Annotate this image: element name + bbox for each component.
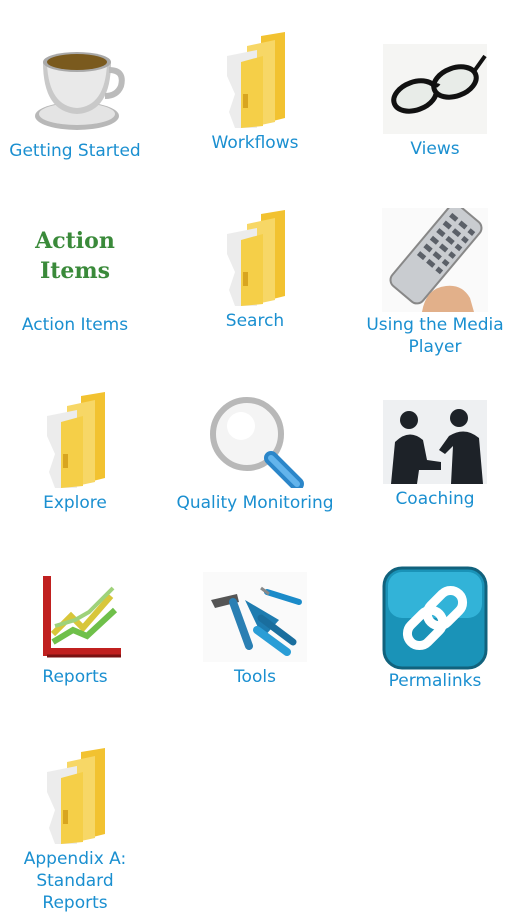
tile-label: Tools bbox=[234, 667, 276, 687]
tile-search[interactable]: Search bbox=[170, 210, 340, 332]
tile-views[interactable]: Views bbox=[350, 44, 509, 160]
tile-label: Permalinks bbox=[388, 671, 482, 691]
action-items-icon-text-line2: Items bbox=[39, 258, 111, 284]
coaching-people-icon bbox=[383, 400, 487, 484]
remote-control-icon bbox=[382, 208, 488, 312]
tile-label: Views bbox=[410, 139, 460, 159]
coffee-cup-icon bbox=[35, 52, 125, 130]
tile-tools[interactable]: Tools bbox=[170, 572, 340, 688]
tile-label: Coaching bbox=[395, 489, 475, 509]
tile-getting-started[interactable]: Getting Started bbox=[0, 40, 160, 162]
tile-label: Appendix A: Standard Reports bbox=[23, 849, 127, 913]
magnifying-glass-icon bbox=[210, 397, 304, 488]
chart-icon bbox=[43, 576, 121, 658]
chain-link-icon bbox=[382, 566, 488, 670]
tools-icon bbox=[203, 572, 307, 662]
tile-using-media-player[interactable]: Using the Media Player bbox=[350, 208, 509, 358]
tile-label: Getting Started bbox=[9, 141, 141, 161]
tile-action-items[interactable]: Action Items Action Items bbox=[0, 226, 160, 336]
folder-icon bbox=[47, 748, 105, 844]
tile-label: Quality Monitoring bbox=[176, 493, 334, 513]
help-topics-grid: Getting Started Workflows Views Action I… bbox=[0, 0, 509, 913]
tile-explore[interactable]: Explore bbox=[0, 392, 160, 514]
tile-workflows[interactable]: Workflows bbox=[170, 32, 340, 154]
action-items-icon-text-line1: Action bbox=[35, 228, 115, 254]
tile-coaching[interactable]: Coaching bbox=[350, 400, 509, 510]
tile-label: Workflows bbox=[211, 133, 299, 153]
folder-icon bbox=[227, 210, 285, 306]
tile-label: Action Items bbox=[21, 315, 129, 335]
tile-quality-monitoring[interactable]: Quality Monitoring bbox=[170, 394, 340, 514]
action-items-text-icon: Action Items bbox=[25, 226, 125, 288]
tile-label: Search bbox=[225, 311, 285, 331]
tile-reports[interactable]: Reports bbox=[0, 572, 160, 688]
folder-icon bbox=[227, 32, 285, 128]
tile-appendix-a[interactable]: Appendix A: Standard Reports bbox=[0, 748, 160, 914]
tile-permalinks[interactable]: Permalinks bbox=[350, 566, 509, 692]
eyeglasses-icon bbox=[383, 44, 487, 134]
folder-icon bbox=[47, 392, 105, 488]
tile-label: Explore bbox=[43, 493, 107, 513]
tile-label: Reports bbox=[42, 667, 108, 687]
tile-label: Using the Media Player bbox=[366, 315, 504, 357]
